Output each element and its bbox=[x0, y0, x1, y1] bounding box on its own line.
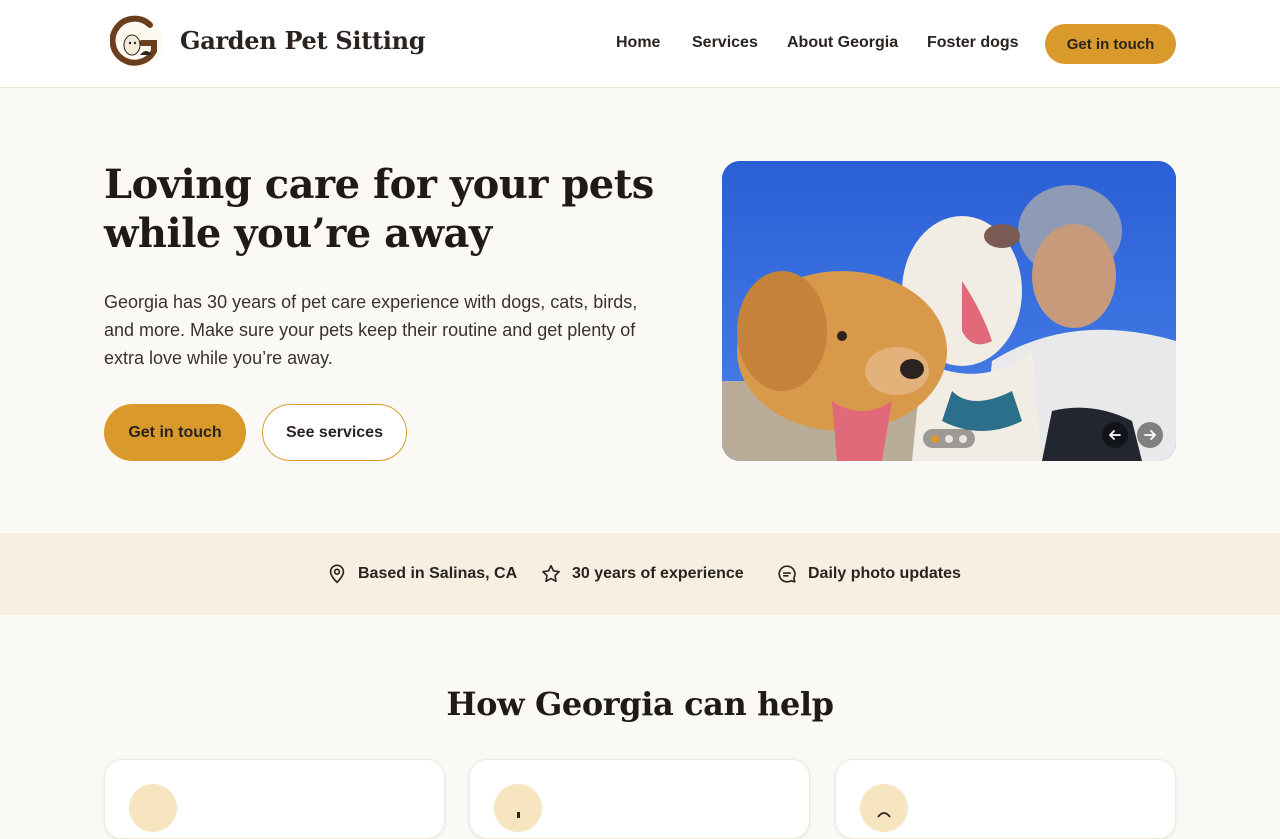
site-header: Garden Pet Sitting Home Services About G… bbox=[0, 0, 1280, 88]
service-card-3[interactable] bbox=[835, 759, 1176, 839]
hero-photo-carousel[interactable] bbox=[722, 161, 1176, 461]
carousel-next-button[interactable] bbox=[1137, 422, 1163, 448]
carousel-prev-button[interactable] bbox=[1102, 422, 1128, 448]
feature-photo-updates: Daily photo updates bbox=[776, 563, 961, 585]
carousel-dot-3[interactable] bbox=[959, 434, 967, 443]
see-services-button[interactable]: See services bbox=[262, 404, 407, 461]
arrow-left-icon bbox=[1109, 430, 1121, 440]
hero-get-in-touch-button[interactable]: Get in touch bbox=[104, 404, 246, 461]
feature-location-label: Based in Salinas, CA bbox=[358, 565, 518, 582]
location-pin-icon bbox=[329, 564, 345, 584]
help-section-title: How Georgia can help bbox=[446, 685, 834, 723]
star-icon bbox=[542, 564, 560, 583]
hero-title: Loving care for your pets while you’re a… bbox=[104, 161, 654, 257]
service-icon-1 bbox=[129, 784, 177, 832]
service-card-1[interactable] bbox=[104, 759, 445, 839]
service-card-2[interactable] bbox=[469, 759, 810, 839]
nav-about-georgia[interactable]: About Georgia bbox=[787, 34, 898, 52]
feature-experience-label: 30 years of experience bbox=[572, 565, 744, 582]
carousel-dot-2[interactable] bbox=[945, 434, 953, 443]
feature-location: Based in Salinas, CA bbox=[326, 563, 517, 585]
hero-description: Georgia has 30 years of pet care experie… bbox=[104, 292, 638, 368]
nav-foster-dogs[interactable]: Foster dogs bbox=[927, 34, 1019, 52]
service-icon-2 bbox=[494, 784, 542, 832]
nav-home[interactable]: Home bbox=[616, 34, 660, 52]
garden-pet-sitting-logo[interactable] bbox=[110, 15, 164, 69]
hero-photo-dogs-and-georgia bbox=[722, 161, 1176, 461]
brand-name[interactable]: Garden Pet Sitting bbox=[180, 26, 426, 55]
feature-photo-updates-label: Daily photo updates bbox=[808, 565, 961, 582]
carousel-dots bbox=[923, 429, 975, 448]
chat-bubble-icon bbox=[778, 565, 796, 583]
nav-services[interactable]: Services bbox=[692, 34, 758, 52]
carousel-dot-1[interactable] bbox=[931, 434, 939, 443]
feature-experience: 30 years of experience bbox=[540, 563, 744, 585]
service-icon-3 bbox=[860, 784, 908, 832]
header-get-in-touch-button[interactable]: Get in touch bbox=[1045, 24, 1176, 64]
arrow-right-icon bbox=[1144, 430, 1156, 440]
